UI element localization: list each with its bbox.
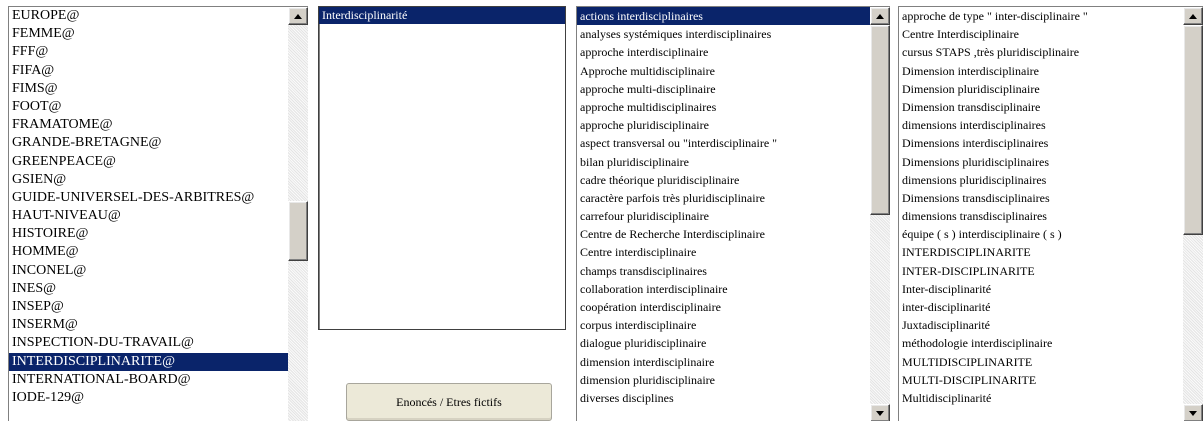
list-item[interactable]: approche interdisciplinaire: [577, 43, 870, 61]
list-item[interactable]: dimension interdisciplinaire: [577, 353, 870, 371]
list-item[interactable]: approche multidisciplinaires: [577, 98, 870, 116]
list-item[interactable]: corpus interdisciplinaire: [577, 316, 870, 334]
list-item[interactable]: Juxtadisciplinarité: [899, 316, 1183, 334]
scroll-thumb[interactable]: [870, 25, 890, 215]
list-item[interactable]: approche de type " inter-disciplinaire ": [899, 7, 1183, 25]
scroll-thumb[interactable]: [288, 201, 308, 261]
variant-list[interactable]: approche de type " inter-disciplinaire "…: [899, 7, 1183, 421]
list-item[interactable]: GREENPEACE@: [9, 153, 288, 171]
list-item[interactable]: caractère parfois très pluridisciplinair…: [577, 189, 870, 207]
list-item[interactable]: Inter-disciplinarité: [899, 280, 1183, 298]
list-item[interactable]: FEMME@: [9, 25, 288, 43]
list-item[interactable]: MULTIDISCIPLINARITE: [899, 353, 1183, 371]
arrow-up-icon: [876, 13, 884, 19]
list-item[interactable]: dimensions transdisciplinaires: [899, 207, 1183, 225]
entity-list-panel: EUROPE@ FEMME@ FFF@ FIFA@ FIMS@ FOOT@ FRAMATOM…: [8, 6, 308, 421]
scroll-thumb[interactable]: [1183, 25, 1203, 235]
list-item[interactable]: cursus STAPS ,très pluridisciplinaire: [899, 43, 1183, 61]
list-item[interactable]: GUIDE-UNIVERSEL-DES-ARBITRES@: [9, 189, 288, 207]
list-item[interactable]: HAUT-NIVEAU@: [9, 207, 288, 225]
list-item[interactable]: MULTI-DISCIPLINARITE: [899, 371, 1183, 389]
list-item[interactable]: INTERNATIONAL-BOARD@: [9, 371, 288, 389]
scroll-up-button[interactable]: [1183, 7, 1203, 25]
list-item[interactable]: Dimension pluridisciplinaire: [899, 80, 1183, 98]
list-item[interactable]: INTER-DISCIPLINARITE: [899, 262, 1183, 280]
list-item[interactable]: dialogue pluridisciplinaire: [577, 334, 870, 352]
scroll-down-button[interactable]: [1183, 404, 1203, 421]
scroll-down-button[interactable]: [870, 404, 890, 421]
concept-list-panel: Interdisciplinarité: [318, 6, 566, 330]
list-item[interactable]: GRANDE-BRETAGNE@: [9, 134, 288, 152]
list-item[interactable]: diverses disciplines: [577, 389, 870, 407]
list-item[interactable]: Multidisciplinarité: [899, 389, 1183, 407]
list-item[interactable]: champs transdisciplinaires: [577, 262, 870, 280]
list-item[interactable]: bilan pluridisciplinaire: [577, 153, 870, 171]
list-item[interactable]: FOOT@: [9, 98, 288, 116]
list-item[interactable]: FIFA@: [9, 62, 288, 80]
list-item[interactable]: GSIEN@: [9, 171, 288, 189]
list-item[interactable]: Interdisciplinarité: [319, 7, 565, 24]
list-item[interactable]: inter-disciplinarité: [899, 298, 1183, 316]
expression-list[interactable]: actions interdisciplinaires analyses syst…: [577, 7, 870, 421]
list-item[interactable]: FRAMATOME@: [9, 116, 288, 134]
scroll-up-button[interactable]: [870, 7, 890, 25]
list-item[interactable]: EUROPE@: [9, 7, 288, 25]
list-item[interactable]: Dimensions interdisciplinaires: [899, 134, 1183, 152]
list-item[interactable]: Approche multidisciplinaire: [577, 62, 870, 80]
list-item[interactable]: INES@: [9, 280, 288, 298]
list-item[interactable]: dimension pluridisciplinaire: [577, 371, 870, 389]
arrow-down-icon: [1189, 410, 1197, 416]
list-item[interactable]: collaboration interdisciplinaire: [577, 280, 870, 298]
list-item[interactable]: carrefour pluridisciplinaire: [577, 207, 870, 225]
list-item[interactable]: cadre théorique pluridisciplinaire: [577, 171, 870, 189]
list-item[interactable]: approche multi-disciplinaire: [577, 80, 870, 98]
list-item[interactable]: INTERDISCIPLINARITE: [899, 243, 1183, 261]
arrow-up-icon: [294, 13, 302, 19]
list-item[interactable]: Centre Interdisciplinaire: [899, 25, 1183, 43]
expression-list-panel: actions interdisciplinaires analyses syst…: [576, 6, 890, 421]
list-item[interactable]: Dimensions pluridisciplinaires: [899, 153, 1183, 171]
list-item[interactable]: équipe ( s ) interdisciplinaire ( s ): [899, 225, 1183, 243]
entity-list[interactable]: EUROPE@ FEMME@ FFF@ FIFA@ FIMS@ FOOT@ FRAMATOM…: [9, 7, 288, 421]
list-item[interactable]: INSERM@: [9, 316, 288, 334]
concept-list[interactable]: Interdisciplinarité: [319, 7, 565, 329]
arrow-up-icon: [1189, 13, 1197, 19]
list-item[interactable]: Dimension interdisciplinaire: [899, 62, 1183, 80]
list-item[interactable]: méthodologie interdisciplinaire: [899, 334, 1183, 352]
list-item[interactable]: INSEP@: [9, 298, 288, 316]
arrow-down-icon: [876, 410, 884, 416]
list-item[interactable]: FIMS@: [9, 80, 288, 98]
variant-list-panel: approche de type " inter-disciplinaire "…: [898, 6, 1203, 421]
list-item[interactable]: Dimensions transdisciplinaires: [899, 189, 1183, 207]
list-item[interactable]: HISTOIRE@: [9, 225, 288, 243]
list-item[interactable]: IODE-129@: [9, 389, 288, 407]
list-item[interactable]: HOMME@: [9, 243, 288, 261]
list-item[interactable]: FFF@: [9, 43, 288, 61]
list-item[interactable]: coopération interdisciplinaire: [577, 298, 870, 316]
list-item[interactable]: Centre interdisciplinaire: [577, 243, 870, 261]
list-item[interactable]: dimensions interdisciplinaires: [899, 116, 1183, 134]
list-item[interactable]: INTERDISCIPLINARITE@: [9, 352, 288, 371]
variant-list-scrollbar[interactable]: [1183, 7, 1203, 421]
list-item[interactable]: dimensions pluridisciplinaires: [899, 171, 1183, 189]
list-item[interactable]: Dimension transdisciplinaire: [899, 98, 1183, 116]
list-item[interactable]: actions interdisciplinaires: [577, 7, 870, 26]
list-item[interactable]: INSPECTION-DU-TRAVAIL@: [9, 334, 288, 352]
entity-list-scrollbar[interactable]: [288, 7, 308, 421]
list-item[interactable]: INCONEL@: [9, 262, 288, 280]
expression-list-scrollbar[interactable]: [870, 7, 890, 421]
scroll-up-button[interactable]: [288, 7, 308, 25]
list-item[interactable]: Centre de Recherche Interdisciplinaire: [577, 225, 870, 243]
list-item[interactable]: analyses systémiques interdisciplinaires: [577, 25, 870, 43]
list-item[interactable]: approche pluridisciplinaire: [577, 116, 870, 134]
list-item[interactable]: aspect transversal ou "interdisciplinair…: [577, 134, 870, 152]
enonces-etres-fictifs-button[interactable]: Enoncés / Etres fictifs: [346, 383, 552, 421]
